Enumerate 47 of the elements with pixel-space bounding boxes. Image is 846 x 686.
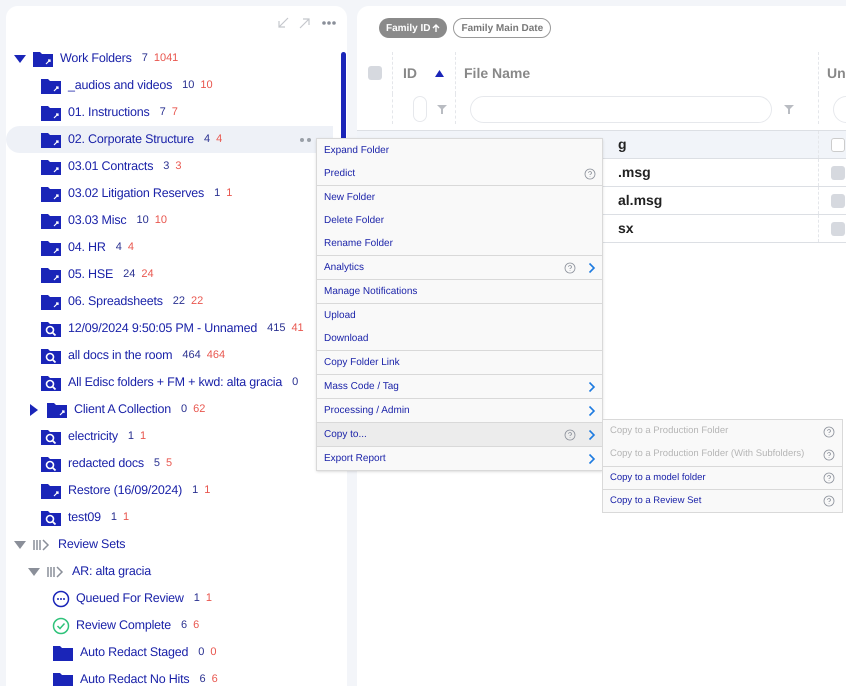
total-count: 1 [206,591,212,606]
item-count: 0 [180,402,188,418]
total-count: 0 [210,645,217,660]
total-count: 6 [212,672,218,686]
item-count: 10 [182,78,194,94]
total-count: 1041 [154,51,178,66]
item-count: 7 [160,105,166,120]
item-count: 1 [194,591,200,606]
item-count: 1 [128,429,134,444]
total-count: 10 [154,213,167,228]
total-count: 1 [122,510,130,526]
total-count: 6 [193,618,200,634]
item-count: 0 [198,645,204,660]
item-count: 24 [123,267,136,282]
total-count: 464 [206,348,226,364]
total-count: 3 [175,159,182,174]
total-count: 1 [140,429,146,444]
total-count: 5 [166,456,172,472]
total-count: 10 [200,78,213,94]
item-count: 0 [292,375,298,390]
table-cell-text: sx [618,219,635,238]
item-count: 1 [192,483,198,498]
total-count: 1 [204,483,210,498]
table-cell-text: al.msg [618,191,664,210]
item-count: 6 [199,672,206,686]
item-count: 7 [142,51,148,66]
total-count: 4 [128,240,134,256]
total-count: 22 [191,294,204,310]
item-count: 1 [214,186,220,202]
item-count: 6 [180,618,188,634]
item-count: 464 [182,348,201,364]
item-count: 5 [154,456,160,472]
table-cell-text: g [618,135,628,154]
table-cell-text: .msg [618,163,652,182]
item-count: 10 [136,213,149,228]
item-count: 415 [267,321,286,336]
total-count: 41 [291,321,304,336]
item-count: 3 [163,159,170,174]
total-count: 7 [172,105,178,120]
total-count: 62 [193,402,206,418]
total-count: 1 [226,186,232,202]
item-count: 22 [172,294,186,310]
total-count: 4 [216,132,222,148]
item-count: 1 [110,510,117,526]
item-count: 4 [204,132,210,148]
item-count: 4 [116,240,122,256]
total-count: 24 [141,267,154,282]
